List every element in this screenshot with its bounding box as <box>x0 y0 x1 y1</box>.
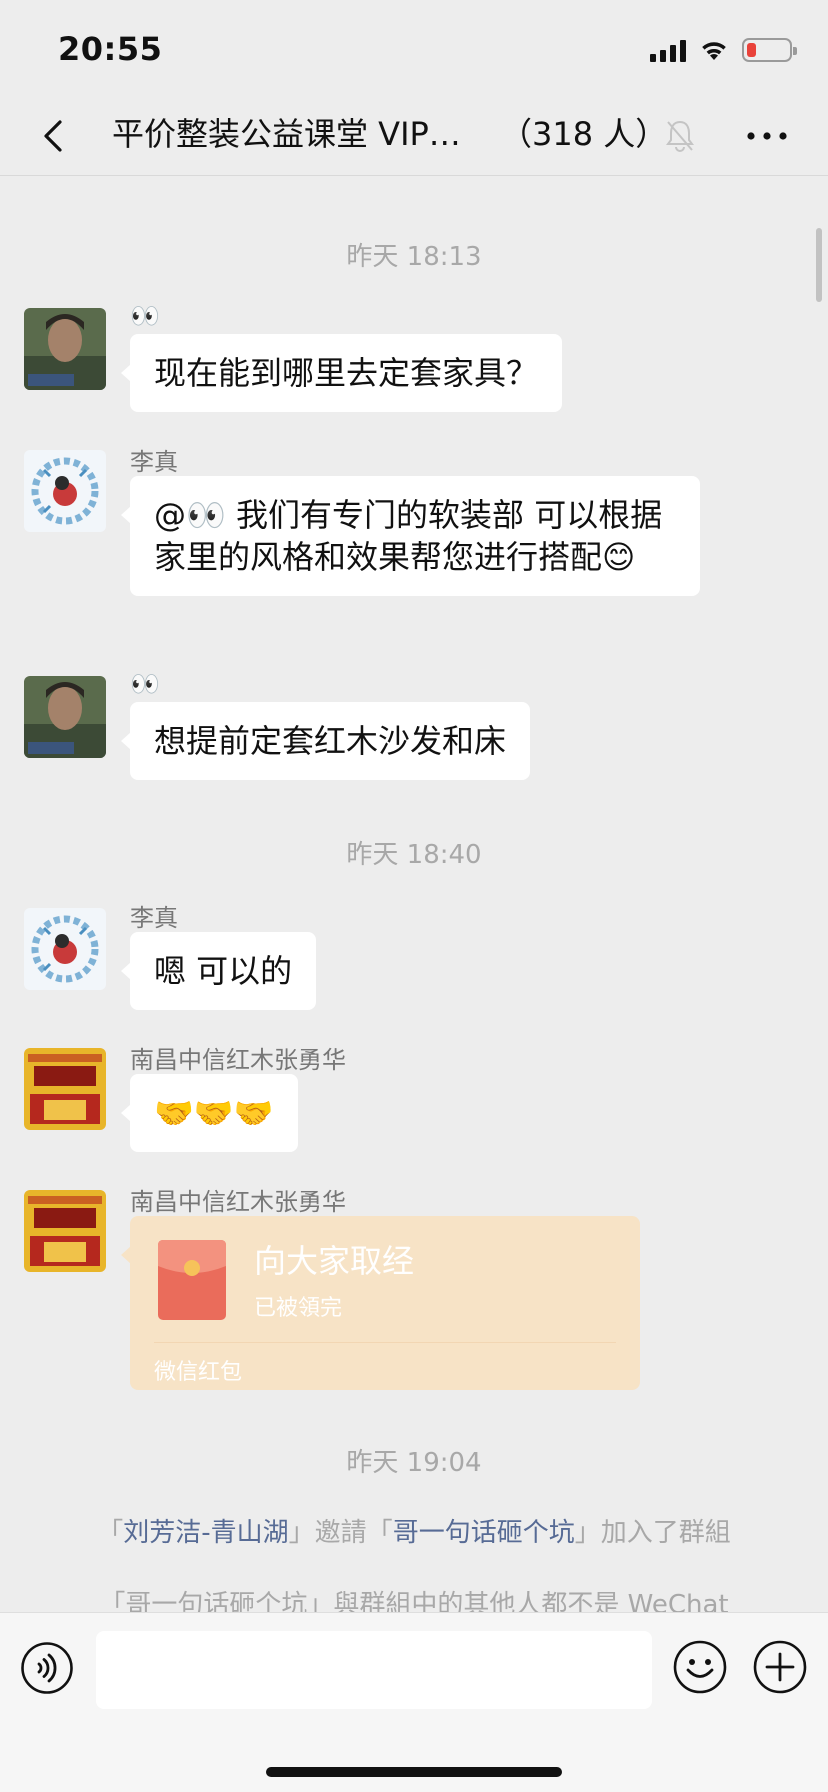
message-bubble[interactable]: 现在能到哪里去定套家具？ <box>120 334 563 412</box>
mute-bell-icon <box>666 120 694 152</box>
sender-name: 👀 <box>130 302 160 330</box>
group-title: 平价整装公益课堂 VIP… <box>112 115 461 153</box>
message-text: @👀 我们有专门的软装部 可以根据家里的风格和效果帮您进行搭配😊 <box>154 496 663 576</box>
status-icons <box>650 36 797 64</box>
message-text: 想提前定套红木沙发和床 <box>154 722 507 760</box>
avatar[interactable] <box>24 450 106 532</box>
sender-name: 南昌中信红木张勇华 <box>130 1046 346 1074</box>
message-bubble[interactable]: 🤝🤝🤝 <box>121 1074 298 1152</box>
message-bubble[interactable]: @👀 我们有专门的软装部 可以根据家里的风格和效果帮您进行搭配😊 <box>121 476 700 596</box>
message-text: 🤝🤝🤝 <box>154 1094 274 1132</box>
message-text: 现在能到哪里去定套家具？ <box>154 354 539 392</box>
signal-icon <box>650 38 686 62</box>
red-packet-title: 向大家取经 <box>254 1242 415 1280</box>
red-packet-footer: 微信红包 <box>154 1360 243 1385</box>
user-link[interactable]: 刘芳洁-青山湖 <box>123 1518 288 1548</box>
system-message: 「刘芳洁-青山湖」邀請「哥一句话砸个坑」加入了群組 <box>0 1512 828 1549</box>
sender-name: 李真 <box>130 904 178 932</box>
avatar[interactable] <box>24 676 106 758</box>
user-link[interactable]: 哥一句话砸个坑 <box>393 1518 575 1548</box>
message-bubble[interactable]: 嗯 可以的 <box>120 932 317 1010</box>
member-count: （318 人） <box>500 115 668 153</box>
system-text: 」加入了群組 <box>574 1518 731 1548</box>
red-packet-card[interactable]: 向大家取经 已被領完 微信红包 <box>121 1216 640 1390</box>
message-text: 嗯 可以的 <box>154 952 293 990</box>
emoji-face-icon[interactable] <box>672 1639 728 1695</box>
plus-icon[interactable] <box>752 1639 808 1695</box>
nav-bar: 平价整装公益课堂 VIP… （318 人） <box>0 96 828 176</box>
avatar[interactable] <box>24 908 106 990</box>
avatar[interactable] <box>24 308 106 390</box>
timestamp: 昨天 18:40 <box>346 840 482 870</box>
sender-name: 南昌中信红木张勇华 <box>130 1188 346 1216</box>
avatar[interactable] <box>24 1048 106 1130</box>
status-time: 20:55 <box>58 30 163 68</box>
message-bubble[interactable]: 想提前定套红木沙发和床 <box>120 702 531 780</box>
sender-name: 李真 <box>130 448 178 476</box>
input-bar <box>0 1612 828 1792</box>
status-bar: 20:55 <box>0 0 828 96</box>
red-packet-status: 已被領完 <box>254 1296 343 1321</box>
message-input[interactable] <box>96 1631 652 1709</box>
sender-name: 👀 <box>130 670 160 698</box>
home-indicator[interactable] <box>266 1767 562 1777</box>
divider <box>154 1342 616 1343</box>
timestamp: 昨天 19:04 <box>346 1448 482 1478</box>
system-text: 」邀請「 <box>288 1518 393 1548</box>
back-chevron-icon[interactable] <box>36 112 72 160</box>
timestamp: 昨天 18:13 <box>346 242 482 272</box>
voice-icon[interactable] <box>20 1641 74 1695</box>
red-envelope-icon <box>158 1240 226 1320</box>
more-dots-icon[interactable] <box>742 116 792 156</box>
wifi-icon <box>702 42 726 60</box>
avatar[interactable] <box>24 1190 106 1272</box>
system-text: 「 <box>97 1518 124 1548</box>
battery-low-icon <box>742 38 797 62</box>
